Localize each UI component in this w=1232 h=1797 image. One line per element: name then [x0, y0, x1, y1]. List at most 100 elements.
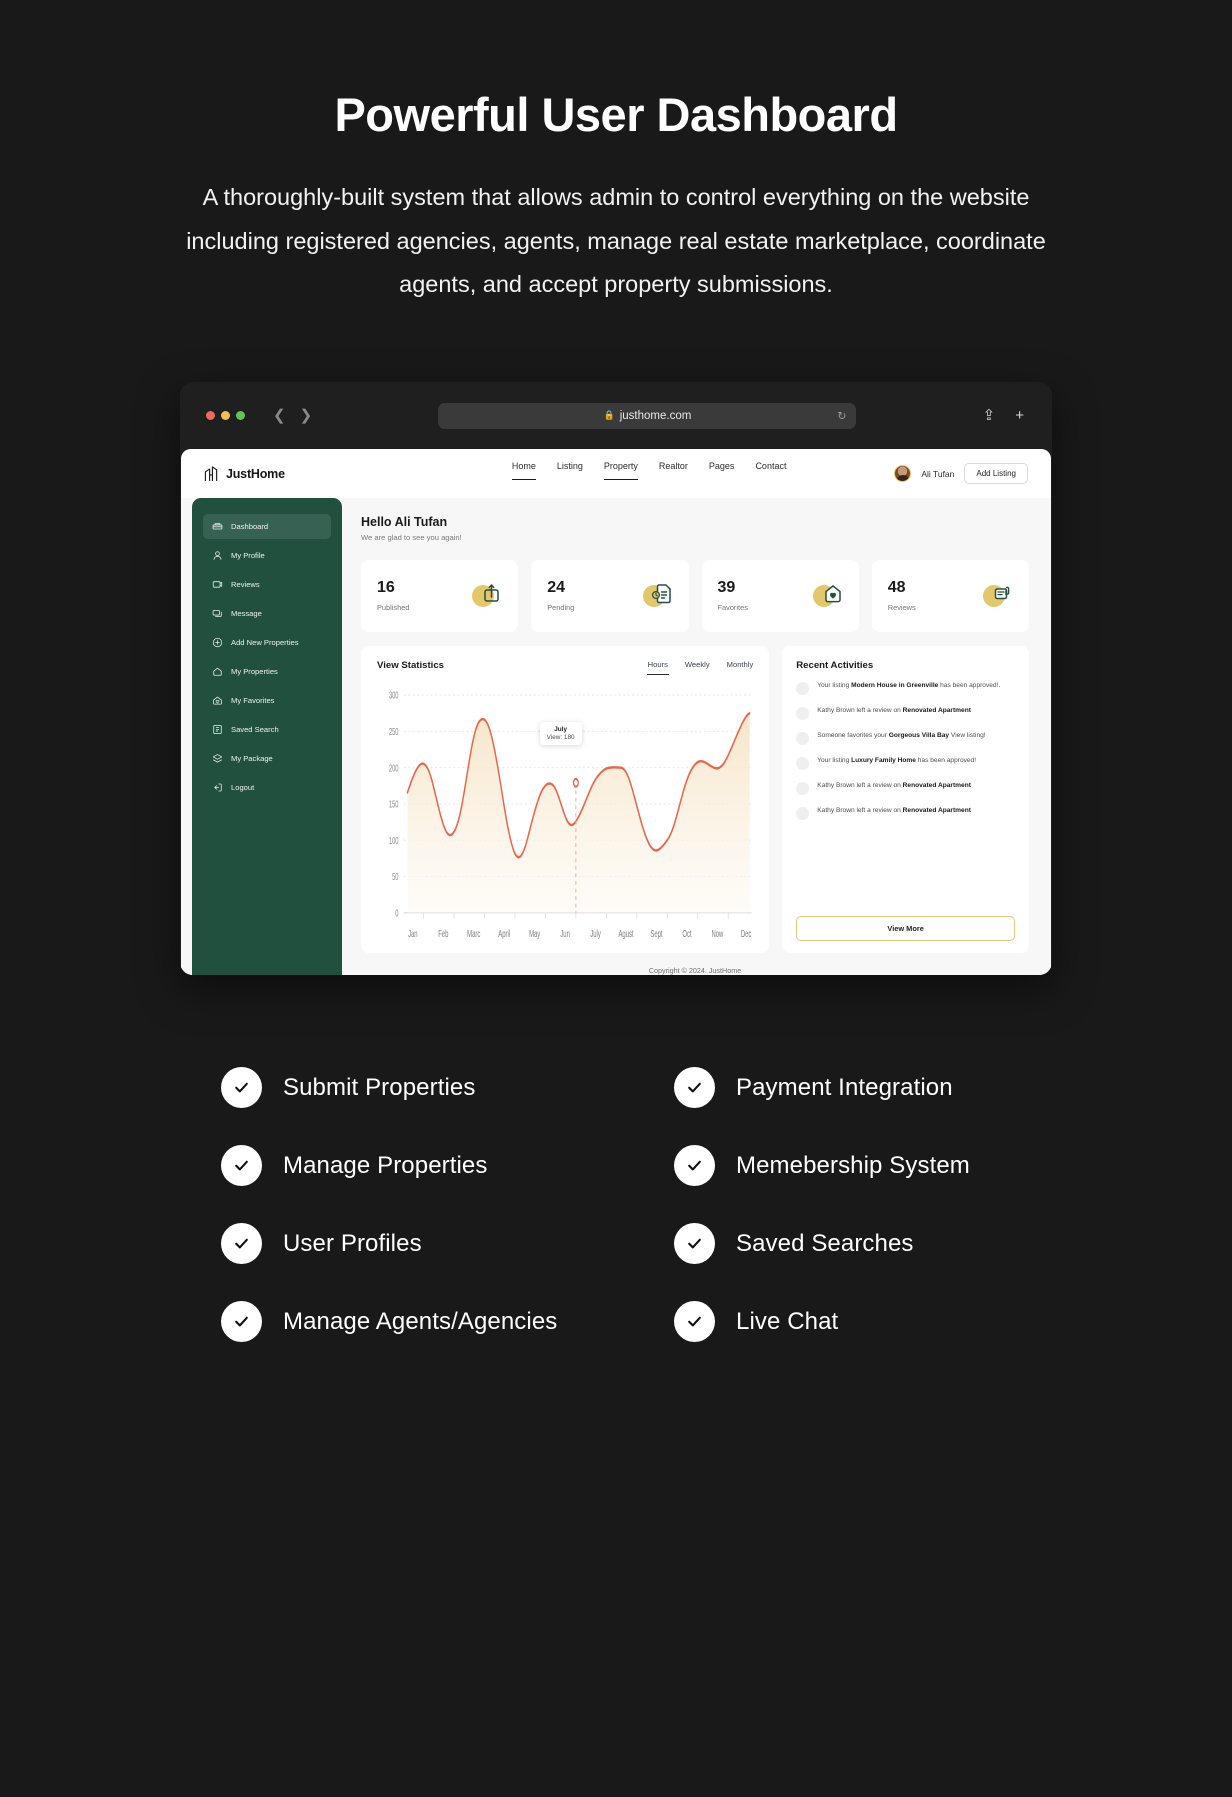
tab-weekly[interactable]: Weekly	[685, 660, 710, 675]
activity-text: Your listing Modern House in Greenville …	[817, 682, 1001, 690]
sidebar-item-my-properties[interactable]: My Properties	[203, 659, 331, 684]
list-item[interactable]: Your listing Modern House in Greenville …	[796, 681, 1015, 696]
activity-avatar	[796, 782, 810, 796]
dashboard-content: Hello Ali Tufan We are glad to see you a…	[342, 498, 1051, 975]
list-item[interactable]: Someone favorites your Gorgeous Villa Ba…	[796, 731, 1015, 746]
sidebar-item-my-package[interactable]: My Package	[203, 746, 331, 771]
tab-monthly[interactable]: Monthly	[727, 660, 754, 675]
sidebar-item-reviews[interactable]: Reviews	[203, 572, 331, 597]
check-icon	[221, 1067, 262, 1109]
svg-text:April: April	[498, 929, 510, 940]
check-icon	[674, 1301, 715, 1343]
feature-label: Memebership System	[736, 1151, 970, 1179]
nav-item-pages[interactable]: Pages	[709, 461, 735, 486]
chevron-right-icon[interactable]: ❯	[300, 408, 313, 423]
window-controls[interactable]	[206, 411, 245, 421]
recent-activities-card: Recent Activities Your listing Modern Ho…	[782, 646, 1029, 954]
svg-text:200: 200	[389, 763, 399, 774]
avatar[interactable]	[894, 465, 912, 483]
sidebar-label: Saved Search	[231, 725, 279, 735]
svg-text:50: 50	[392, 872, 399, 883]
svg-text:100: 100	[389, 835, 399, 846]
nav-item-realtor[interactable]: Realtor	[659, 461, 688, 486]
stat-label: Reviews	[887, 603, 916, 613]
activity-avatar	[796, 807, 810, 821]
stat-card-pending[interactable]: 24 Pending	[531, 560, 689, 633]
plus-icon[interactable]: +	[1015, 408, 1024, 423]
list-item[interactable]: Kathy Brown left a review on Renovated A…	[796, 806, 1015, 821]
review-icon	[212, 581, 223, 588]
sidebar-item-message[interactable]: Message	[203, 601, 331, 626]
svg-text:Agust: Agust	[618, 929, 634, 940]
activity-text: Kathy Brown left a review on Renovated A…	[817, 807, 971, 815]
feature-list: Submit Properties Payment Integration Ma…	[221, 1067, 1011, 1343]
svg-text:May: May	[529, 929, 541, 940]
stat-label: Favorites	[717, 603, 748, 613]
plus-circle-icon	[212, 638, 223, 648]
list-item[interactable]: Kathy Brown left a review on Renovated A…	[796, 706, 1015, 721]
heart-home-icon	[812, 581, 843, 611]
feature-label: Manage Agents/Agencies	[283, 1307, 558, 1335]
chart-range-tabs: Hours Weekly Monthly	[646, 660, 754, 676]
minimize-window-dot[interactable]	[221, 411, 230, 421]
activity-text: Kathy Brown left a review on Renovated A…	[817, 707, 971, 715]
page-title: Powerful User Dashboard	[334, 88, 898, 141]
stat-card-published[interactable]: 16 Published	[361, 560, 519, 633]
stat-card-reviews[interactable]: 48 Reviews	[871, 560, 1029, 633]
saved-search-icon	[213, 725, 222, 735]
stat-card-favorites[interactable]: 39 Favorites	[701, 560, 859, 633]
list-item[interactable]: Your listing Luxury Family Home has been…	[796, 756, 1015, 771]
reload-icon[interactable]: ↻	[837, 409, 846, 422]
activity-avatar	[796, 757, 810, 771]
nav-item-contact[interactable]: Contact	[755, 461, 786, 486]
share-icon[interactable]: ⇪	[983, 408, 996, 423]
brand-logo[interactable]: JustHome	[204, 466, 404, 482]
upload-box-icon	[472, 581, 502, 611]
activity-text: Kathy Brown left a review on Renovated A…	[817, 782, 971, 790]
user-icon	[213, 551, 222, 560]
activity-text: Your listing Luxury Family Home has been…	[817, 757, 977, 765]
tab-hours[interactable]: Hours	[646, 660, 670, 676]
chevron-left-icon[interactable]: ❮	[273, 408, 286, 423]
view-more-button[interactable]: View More	[796, 916, 1015, 942]
sidebar-item-add-new-properties[interactable]: Add New Properties	[203, 630, 331, 655]
add-listing-button[interactable]: Add Listing	[964, 463, 1028, 485]
sidebar-label: Dashboard	[231, 522, 269, 532]
svg-text:Jan: Jan	[408, 929, 418, 940]
nav-item-home[interactable]: Home	[511, 461, 536, 486]
svg-text:Feb: Feb	[438, 929, 448, 940]
chart-plot-area[interactable]: 300 250 200 150 100 50 0 Jan Feb Marc Ap…	[377, 683, 753, 943]
pending-doc-icon	[642, 581, 673, 611]
feature-live-chat: Live Chat	[616, 1301, 1011, 1343]
page-description: A thoroughly-built system that allows ad…	[186, 184, 1046, 298]
stat-value: 48	[887, 579, 906, 597]
nav-item-property[interactable]: Property	[603, 461, 638, 486]
check-icon	[674, 1223, 715, 1265]
sidebar-item-saved-search[interactable]: Saved Search	[203, 717, 331, 742]
close-window-dot[interactable]	[206, 411, 215, 421]
list-item[interactable]: Kathy Brown left a review on Renovated A…	[796, 781, 1015, 796]
svg-text:0: 0	[395, 908, 399, 919]
sidebar-item-logout[interactable]: Logout	[203, 775, 331, 800]
svg-text:250: 250	[389, 727, 399, 738]
maximize-window-dot[interactable]	[236, 411, 245, 421]
sidebar-item-dashboard[interactable]: Dashboard	[203, 514, 331, 540]
nav-item-listing[interactable]: Listing	[557, 461, 583, 486]
feature-saved-searches: Saved Searches	[616, 1223, 1011, 1265]
feature-manage-properties: Manage Properties	[221, 1145, 616, 1187]
svg-text:Now: Now	[712, 929, 724, 940]
brand-name: JustHome	[226, 466, 285, 481]
sidebar-item-my-favorites[interactable]: My Favorites	[203, 688, 331, 713]
heart-home-icon	[213, 696, 222, 705]
sidebar-item-my-profile[interactable]: My Profile	[203, 543, 331, 568]
svg-text:July: July	[590, 929, 601, 940]
sidebar-label: Logout	[231, 783, 255, 793]
dashboard-sidebar: Dashboard My Profile Reviews Message Add…	[192, 498, 342, 976]
tooltip-value: View: 180	[546, 734, 575, 742]
stat-label: Published	[377, 603, 410, 613]
feature-user-profiles: User Profiles	[221, 1223, 616, 1265]
sidebar-label: My Profile	[231, 551, 265, 561]
feature-manage-agents-agencies: Manage Agents/Agencies	[221, 1301, 616, 1343]
sidebar-label: Message	[231, 609, 262, 619]
address-bar[interactable]: 🔒 justhome.com ↻	[438, 402, 857, 429]
